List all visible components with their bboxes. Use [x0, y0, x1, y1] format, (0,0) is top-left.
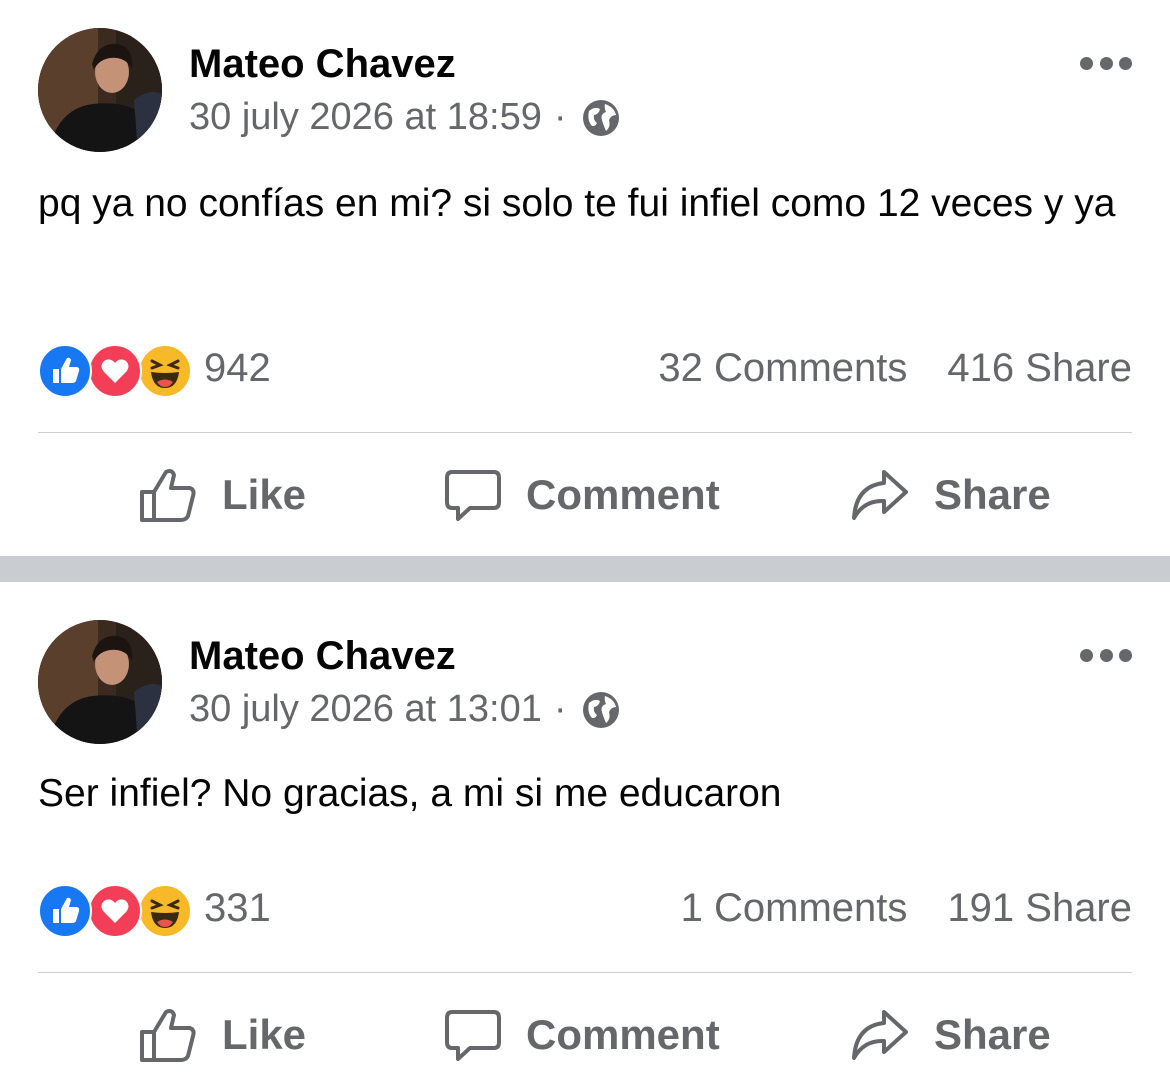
thumbs-up-icon — [140, 1009, 196, 1062]
speech-bubble-icon — [445, 1010, 501, 1061]
like-button[interactable]: Like — [138, 995, 306, 1075]
thumbs-up-icon — [140, 469, 196, 522]
love-reaction-icon — [88, 884, 142, 938]
feed-separator — [0, 556, 1170, 582]
shares-count[interactable]: 416 Share — [947, 346, 1132, 391]
comment-button[interactable]: Comment — [444, 995, 720, 1075]
comments-count[interactable]: 32 Comments — [658, 346, 907, 391]
share-button[interactable]: Share — [850, 995, 1051, 1075]
divider — [38, 972, 1132, 973]
share-arrow-icon — [852, 1010, 908, 1060]
timestamp[interactable]: 30 july 2026 at 18:59 — [189, 96, 542, 139]
author-name[interactable]: Mateo Chavez — [189, 634, 456, 679]
shares-count[interactable]: 191 Share — [947, 886, 1132, 931]
post-text: Ser infiel? No gracias, a mi si me educa… — [38, 772, 782, 815]
timestamp[interactable]: 30 july 2026 at 13:01 — [189, 688, 542, 731]
comment-label: Comment — [526, 1011, 720, 1058]
share-arrow-icon — [852, 470, 908, 520]
share-button[interactable]: Share — [850, 455, 1051, 535]
speech-bubble-icon — [445, 470, 501, 521]
like-reaction-icon — [38, 344, 92, 398]
post: Mateo Chavez 30 july 2026 at 18:59 · pq … — [0, 0, 1170, 556]
post-meta: 30 july 2026 at 18:59 · — [189, 96, 621, 139]
reaction-icons[interactable] — [38, 884, 192, 938]
post: Mateo Chavez 30 july 2026 at 13:01 · Ser… — [0, 582, 1170, 1092]
divider — [38, 432, 1132, 433]
share-label: Share — [934, 471, 1051, 518]
more-options-icon[interactable] — [1080, 57, 1132, 71]
post-text: pq ya no confías en mi? si solo te fui i… — [38, 182, 1116, 225]
globe-icon — [581, 98, 621, 138]
like-button[interactable]: Like — [138, 455, 306, 535]
meta-separator: · — [553, 688, 567, 730]
reactions-summary: 331 1 Comments 191 Share — [38, 880, 1132, 940]
love-reaction-icon — [88, 344, 142, 398]
post-stats: 32 Comments 416 Share — [658, 346, 1132, 391]
like-label: Like — [222, 471, 307, 518]
comment-button[interactable]: Comment — [444, 455, 720, 535]
reaction-count[interactable]: 331 — [204, 886, 271, 931]
avatar[interactable] — [38, 620, 162, 744]
avatar[interactable] — [38, 28, 162, 152]
post-stats: 1 Comments 191 Share — [681, 886, 1132, 931]
like-label: Like — [222, 1011, 307, 1058]
meta-separator: · — [553, 96, 567, 138]
haha-reaction-icon — [138, 344, 192, 398]
reactions-summary: 942 32 Comments 416 Share — [38, 340, 1132, 400]
globe-icon — [581, 690, 621, 730]
action-bar: Like Comment Share — [0, 455, 1170, 535]
share-label: Share — [934, 1011, 1051, 1058]
like-reaction-icon — [38, 884, 92, 938]
more-options-icon[interactable] — [1080, 649, 1132, 663]
post-meta: 30 july 2026 at 13:01 · — [189, 688, 621, 731]
reaction-icons[interactable] — [38, 344, 192, 398]
haha-reaction-icon — [138, 884, 192, 938]
reaction-count[interactable]: 942 — [204, 346, 271, 391]
comment-label: Comment — [526, 471, 720, 518]
author-name[interactable]: Mateo Chavez — [189, 42, 456, 87]
action-bar: Like Comment Share — [0, 995, 1170, 1075]
comments-count[interactable]: 1 Comments — [681, 886, 908, 931]
